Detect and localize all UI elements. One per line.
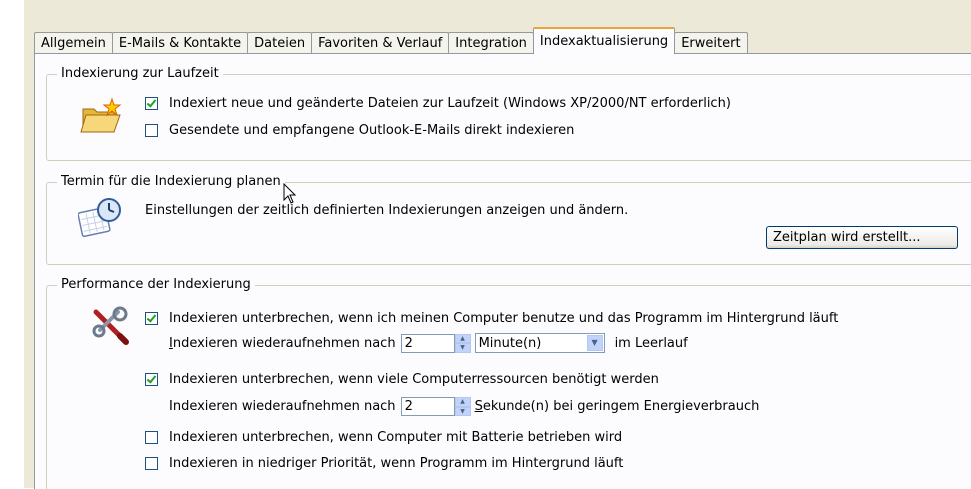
schedule-legend: Termin für die Indexierung planen bbox=[57, 174, 285, 189]
resume-idle-suffix: im Leerlauf bbox=[614, 335, 688, 351]
pause-when-using-checkbox[interactable] bbox=[145, 312, 158, 325]
resume-idle-unit-select[interactable]: Minute(n) ▼ bbox=[474, 333, 605, 353]
tab-erweitert[interactable]: Erweitert bbox=[674, 32, 748, 54]
low-priority-checkbox[interactable] bbox=[145, 457, 158, 470]
pause-when-using-label: Indexieren unterbrechen, wenn ich meinen… bbox=[169, 311, 839, 326]
schedule-description: Einstellungen der zeitlich definierten I… bbox=[145, 203, 629, 218]
index-runtime-checkbox[interactable] bbox=[145, 97, 158, 110]
option-outlook-mails[interactable]: Gesendete und empfangene Outlook-E-Mails… bbox=[145, 123, 574, 138]
pause-resources-checkbox[interactable] bbox=[145, 373, 158, 386]
create-schedule-button[interactable]: Zeitplan wird erstellt... bbox=[766, 226, 958, 249]
tab-strip: Allgemein E-Mails & Kontakte Dateien Fav… bbox=[34, 26, 748, 54]
outlook-mails-label: Gesendete und empfangene Outlook-E-Mails… bbox=[169, 123, 575, 138]
resume-idle-label: Indexieren wiederaufnehmen nach bbox=[169, 335, 396, 351]
folder-star-icon bbox=[80, 97, 122, 133]
index-runtime-label: Indexiert neue und geänderte Dateien zur… bbox=[169, 96, 731, 111]
option-pause-resources[interactable]: Indexieren unterbrechen, wenn viele Comp… bbox=[145, 372, 659, 387]
mouse-cursor-icon bbox=[283, 183, 297, 204]
option-low-priority[interactable]: Indexieren in niedriger Priorität, wenn … bbox=[145, 456, 623, 471]
pause-battery-checkbox[interactable] bbox=[145, 431, 158, 444]
outlook-mails-checkbox[interactable] bbox=[145, 124, 158, 137]
resume-idle-spinner[interactable]: ▲ ▼ bbox=[454, 333, 471, 353]
resume-energy-label: Indexieren wiederaufnehmen nach bbox=[169, 399, 396, 414]
resume-energy-suffix: Sekunde(n) bei geringem Energieverbrauch bbox=[474, 399, 760, 414]
resume-idle-row: Indexieren wiederaufnehmen nach 2 ▲ ▼ Min… bbox=[169, 333, 688, 353]
tools-icon bbox=[92, 306, 129, 345]
resume-energy-row: Indexieren wiederaufnehmen nach 2 ▲ ▼ Sek… bbox=[169, 397, 759, 416]
option-pause-when-using[interactable]: Indexieren unterbrechen, wenn ich meinen… bbox=[145, 311, 838, 326]
tab-indexaktualisierung[interactable]: Indexaktualisierung bbox=[532, 27, 676, 54]
resume-idle-input[interactable]: 2 bbox=[400, 333, 455, 353]
calendar-clock-icon bbox=[78, 198, 121, 238]
low-priority-label: Indexieren in niedriger Priorität, wenn … bbox=[169, 456, 624, 471]
tab-emails-kontakte[interactable]: E-Mails & Kontakte bbox=[111, 32, 249, 54]
runtime-indexing-group: Indexierung zur Laufzeit bbox=[46, 66, 971, 161]
resume-energy-spinner[interactable]: ▲ ▼ bbox=[454, 397, 471, 416]
pause-battery-label: Indexieren unterbrechen, wenn Computer m… bbox=[169, 430, 623, 445]
option-pause-battery[interactable]: Indexieren unterbrechen, wenn Computer m… bbox=[145, 430, 622, 445]
tab-dateien[interactable]: Dateien bbox=[247, 32, 313, 54]
chevron-down-icon[interactable]: ▼ bbox=[586, 335, 603, 351]
performance-legend: Performance der Indexierung bbox=[57, 277, 255, 292]
resume-energy-input[interactable]: 2 bbox=[400, 397, 455, 416]
tab-favoriten-verlauf[interactable]: Favoriten & Verlauf bbox=[311, 32, 450, 54]
runtime-indexing-legend: Indexierung zur Laufzeit bbox=[57, 66, 223, 81]
tab-allgemein[interactable]: Allgemein bbox=[34, 32, 113, 54]
tab-integration[interactable]: Integration bbox=[448, 32, 534, 54]
schedule-group: Termin für die Indexierung planen bbox=[46, 174, 971, 265]
option-index-runtime[interactable]: Indexiert neue und geänderte Dateien zur… bbox=[145, 96, 731, 111]
pause-resources-label: Indexieren unterbrechen, wenn viele Comp… bbox=[169, 372, 659, 387]
